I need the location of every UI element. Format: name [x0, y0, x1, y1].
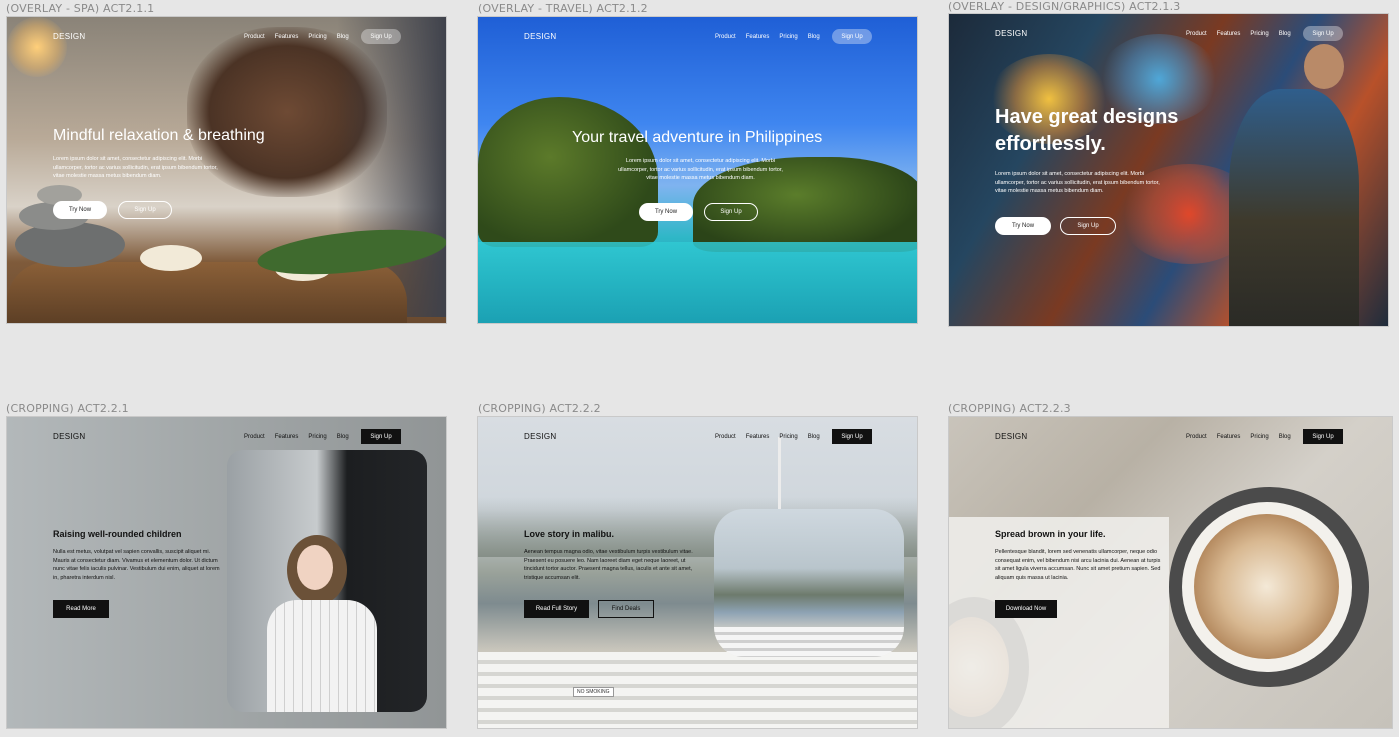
frame-coffee[interactable]: DESIGN Product Features Pricing Blog Sig… [948, 416, 1393, 729]
hero-body: Nulla est metus, volutpat vel sapien con… [53, 549, 220, 581]
find-deals-button[interactable]: Find Deals [598, 600, 654, 618]
nav-pricing[interactable]: Pricing [1250, 31, 1268, 37]
children-photo [227, 450, 427, 712]
logo[interactable]: DESIGN [53, 32, 85, 41]
frame-malibu[interactable]: NO SMOKING DESIGN Product Features Prici… [477, 416, 918, 729]
hero-headline: Love story in malibu. [524, 529, 615, 539]
signup-button[interactable]: Sign Up [361, 29, 401, 44]
logo[interactable]: DESIGN [995, 29, 1027, 38]
read-more-button[interactable]: Read More [53, 600, 109, 618]
sign-up-button[interactable]: Sign Up [704, 203, 758, 221]
signup-button[interactable]: Sign Up [832, 29, 872, 44]
hero-headline: effortlessly. [995, 133, 1106, 155]
hero-body: Lorem ipsum dolor sit amet, consectetur … [618, 158, 783, 182]
nav-links: Product Features Pricing Blog [715, 34, 820, 40]
no-smoking-sign: NO SMOKING [573, 687, 614, 697]
nav-blog[interactable]: Blog [808, 434, 820, 440]
frame-spa[interactable]: DESIGN Product Features Pricing Blog Sig… [6, 16, 447, 324]
hero-headline: Spread brown in your life. [995, 529, 1106, 539]
frame-label: (OVERLAY - TRAVEL) ACT2.1.2 [478, 2, 648, 15]
logo[interactable]: DESIGN [524, 32, 556, 41]
try-now-button[interactable]: Try Now [53, 201, 107, 219]
nav-features[interactable]: Features [275, 34, 299, 40]
logo[interactable]: DESIGN [53, 432, 85, 441]
frame-label: (CROPPING) ACT2.2.3 [948, 402, 1071, 415]
nav-links: Product Features Pricing Blog [244, 434, 349, 440]
download-now-button[interactable]: Download Now [995, 600, 1057, 618]
sign-up-button[interactable]: Sign Up [1060, 217, 1116, 235]
nav-blog[interactable]: Blog [1279, 31, 1291, 37]
nav-pricing[interactable]: Pricing [308, 34, 326, 40]
nav-pricing[interactable]: Pricing [1250, 434, 1268, 440]
nav-product[interactable]: Product [1186, 434, 1207, 440]
nav-blog[interactable]: Blog [808, 34, 820, 40]
nav-product[interactable]: Product [244, 34, 265, 40]
signup-button[interactable]: Sign Up [832, 429, 872, 444]
nav-product[interactable]: Product [1186, 31, 1207, 37]
read-full-story-button[interactable]: Read Full Story [524, 600, 589, 618]
try-now-button[interactable]: Try Now [995, 217, 1051, 235]
hero-headline: Have great designs [995, 106, 1179, 128]
hero-headline: Mindful relaxation & breathing [53, 127, 265, 144]
logo[interactable]: DESIGN [995, 432, 1027, 441]
frame-label: (CROPPING) ACT2.2.1 [6, 402, 129, 415]
nav-product[interactable]: Product [715, 34, 736, 40]
nav-pricing[interactable]: Pricing [779, 434, 797, 440]
hero-body: Pellentesque blandit, lorem sed venenati… [995, 549, 1161, 581]
logo[interactable]: DESIGN [524, 432, 556, 441]
nav-features[interactable]: Features [1217, 434, 1241, 440]
nav-features[interactable]: Features [746, 34, 770, 40]
signup-button[interactable]: Sign Up [1303, 26, 1343, 41]
hero-body: Lorem ipsum dolor sit amet, consectetur … [53, 156, 218, 180]
hero-headline: Your travel adventure in Philippines [572, 129, 823, 146]
nav-links: Product Features Pricing Blog [715, 434, 820, 440]
malibu-inset-photo [714, 509, 904, 657]
nav-features[interactable]: Features [275, 434, 299, 440]
nav-features[interactable]: Features [746, 434, 770, 440]
frame-label: (OVERLAY - DESIGN/GRAPHICS) ACT2.1.3 [948, 0, 1181, 13]
nav-links: Product Features Pricing Blog [244, 34, 349, 40]
frame-label: (CROPPING) ACT2.2.2 [478, 402, 601, 415]
frame-graphics[interactable]: DESIGN Product Features Pricing Blog Sig… [948, 13, 1389, 327]
nav-product[interactable]: Product [715, 434, 736, 440]
nav-pricing[interactable]: Pricing [779, 34, 797, 40]
nav-features[interactable]: Features [1217, 31, 1241, 37]
frame-children[interactable]: DESIGN Product Features Pricing Blog Sig… [6, 416, 447, 729]
frame-travel[interactable]: DESIGN Product Features Pricing Blog Sig… [477, 16, 918, 324]
nav-blog[interactable]: Blog [337, 34, 349, 40]
signup-button[interactable]: Sign Up [361, 429, 401, 444]
nav-links: Product Features Pricing Blog [1186, 31, 1291, 37]
nav-blog[interactable]: Blog [337, 434, 349, 440]
try-now-button[interactable]: Try Now [639, 203, 693, 221]
hero-body: Lorem ipsum dolor sit amet, consectetur … [995, 171, 1160, 195]
nav-pricing[interactable]: Pricing [308, 434, 326, 440]
frame-label: (OVERLAY - SPA) ACT2.1.1 [6, 2, 155, 15]
nav-blog[interactable]: Blog [1279, 434, 1291, 440]
nav-links: Product Features Pricing Blog [1186, 434, 1291, 440]
nav-product[interactable]: Product [244, 434, 265, 440]
sign-up-button[interactable]: Sign Up [118, 201, 172, 219]
hero-body: Aenean tempus magna odio, vitae vestibul… [524, 549, 693, 581]
signup-button[interactable]: Sign Up [1303, 429, 1343, 444]
hero-headline: Raising well-rounded children [53, 529, 182, 539]
